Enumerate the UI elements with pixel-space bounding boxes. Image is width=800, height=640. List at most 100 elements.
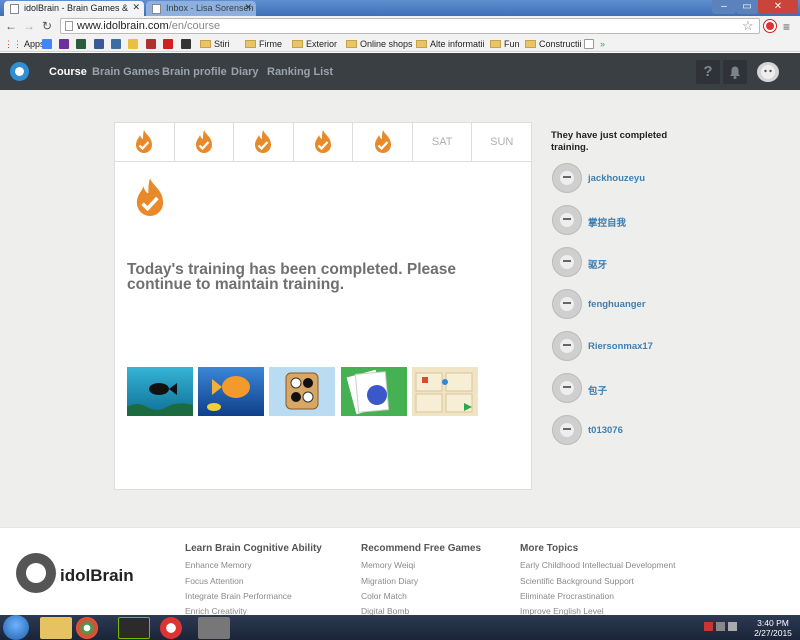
username[interactable]: fenghuanger [588, 299, 646, 310]
user-avatar-icon[interactable] [757, 62, 779, 82]
bookmark-label: Online shops [360, 39, 413, 49]
footer-heading: Recommend Free Games [361, 543, 482, 554]
completed-user-row[interactable]: jackhouzeyu [552, 163, 752, 195]
apps-grid-icon: ⋮⋮ [4, 39, 25, 49]
footer-link[interactable]: Color Match [361, 591, 407, 601]
footer-link[interactable]: Focus Attention [185, 576, 244, 586]
folder-icon [525, 40, 536, 48]
bookmark-folder-alte-informatii[interactable]: Alte informatii [416, 38, 485, 50]
browser-tab-active[interactable]: idolBrain - Brain Games & ✕ [4, 1, 144, 16]
game-thumb-goldfish[interactable] [198, 367, 264, 416]
tray-network-icon[interactable] [716, 622, 725, 631]
bookmark-site-icon[interactable] [163, 39, 173, 49]
nav-diary[interactable]: Diary [231, 66, 259, 78]
username[interactable]: t013076 [588, 425, 623, 436]
sidebar-title: They have just completed training. [551, 130, 668, 153]
completed-user-row[interactable]: fenghuanger [552, 289, 752, 321]
footer-link[interactable]: Enhance Memory [185, 560, 252, 570]
tray-flag-icon[interactable] [704, 622, 713, 631]
completed-user-row[interactable]: t013076 [552, 415, 752, 447]
bookmark-folder-online-shops[interactable]: Online shops [346, 38, 413, 50]
tab-title: Inbox - Lisa Sorensen [166, 3, 254, 13]
nav-ranking-list[interactable]: Ranking List [267, 66, 333, 78]
day-cell-sun: SUN [490, 136, 514, 148]
completed-user-row[interactable]: Riersonmax17 [552, 331, 752, 363]
app-m-icon[interactable] [198, 617, 230, 639]
extension-icon[interactable] [764, 20, 776, 32]
game-thumb-fish[interactable] [127, 367, 193, 416]
bookmark-folder-stiri[interactable]: Stiri [200, 38, 230, 50]
footer-link[interactable]: Eliminate Procrastination [520, 591, 614, 601]
more-bookmarks-icon[interactable]: » [600, 38, 605, 50]
username[interactable]: 驱牙 [588, 257, 607, 271]
flame-check-icon [136, 178, 164, 216]
close-tab-icon[interactable]: ✕ [132, 2, 140, 13]
bookmark-star-icon[interactable]: ☆ [742, 18, 754, 34]
bookmark-folder-exterior[interactable]: Exterior [292, 38, 337, 50]
username[interactable]: jackhouzeyu [588, 173, 645, 184]
chrome-icon[interactable] [76, 617, 98, 639]
completed-user-row[interactable]: 掌控自我 [552, 205, 752, 237]
bookmark-folder-fun[interactable]: Fun [490, 38, 520, 50]
google-icon[interactable] [42, 39, 52, 49]
bookmark-site-icon[interactable] [111, 39, 121, 49]
windows-start-icon[interactable] [3, 615, 29, 640]
yahoo-icon[interactable] [59, 39, 69, 49]
page-icon[interactable] [584, 39, 594, 49]
game-thumb-cards[interactable] [341, 367, 407, 416]
username[interactable]: 包子 [588, 383, 607, 397]
username[interactable]: 掌控自我 [588, 215, 626, 229]
user-avatar-icon [552, 331, 582, 361]
imdb-icon[interactable] [128, 39, 138, 49]
close-tab-icon[interactable]: ✕ [244, 2, 252, 13]
reload-icon[interactable]: ↻ [40, 19, 54, 33]
bookmark-site-icon[interactable] [181, 39, 191, 49]
tray-volume-icon[interactable] [728, 622, 737, 631]
footer-link[interactable]: Migration Diary [361, 576, 418, 586]
file-explorer-icon[interactable] [40, 617, 72, 639]
maximize-icon[interactable]: ▭ [736, 0, 758, 14]
nav-brain-games[interactable]: Brain Games [92, 66, 160, 78]
footer-link[interactable]: Integrate Brain Performance [185, 591, 292, 601]
bell-icon[interactable] [723, 60, 747, 84]
bookmark-folder-constructii[interactable]: Constructii [525, 38, 582, 50]
footer-heading: More Topics [520, 543, 579, 554]
footer-link[interactable]: Scientific Background Support [520, 576, 634, 586]
game-thumb-puzzle[interactable] [412, 367, 478, 416]
footer-link[interactable]: Early Childhood Intellectual Development [520, 560, 675, 570]
app-icon[interactable] [160, 617, 182, 639]
bookmark-folder-firme[interactable]: Firme [245, 38, 282, 50]
nvidia-icon[interactable] [118, 617, 150, 639]
close-window-icon[interactable]: ✕ [758, 0, 798, 14]
bookmark-apps[interactable]: ⋮⋮ Apps [4, 38, 45, 50]
bookmark-site-icon[interactable] [76, 39, 86, 49]
address-bar[interactable]: www.idolbrain.com/en/course [60, 18, 760, 34]
help-icon[interactable]: ? [696, 60, 720, 84]
bookmark-label: Alte informatii [430, 39, 485, 49]
bookmark-site-icon[interactable] [146, 39, 156, 49]
bookmark-label: Exterior [306, 39, 338, 49]
user-avatar-icon [552, 289, 582, 319]
browser-menu-icon[interactable]: ≡ [783, 20, 790, 34]
idolbrain-logo-icon[interactable] [10, 62, 29, 81]
back-arrow-icon[interactable]: ← [4, 19, 18, 33]
user-avatar-icon [552, 247, 582, 277]
page-favicon-icon [10, 4, 19, 14]
folder-icon [346, 40, 357, 48]
folder-icon [200, 40, 211, 48]
browser-tab-inactive[interactable]: Inbox - Lisa Sorensen ✕ [146, 1, 256, 16]
game-thumb-go[interactable] [269, 367, 335, 416]
nav-course[interactable]: Course [49, 66, 87, 78]
taskbar-clock[interactable]: 3:40 PM 2/27/2015 [748, 618, 798, 638]
completed-user-row[interactable]: 包子 [552, 373, 752, 405]
facebook-icon[interactable] [94, 39, 104, 49]
minimize-icon[interactable]: – [712, 0, 736, 14]
username[interactable]: Riersonmax17 [588, 341, 653, 352]
forward-arrow-icon[interactable]: → [22, 19, 36, 33]
user-avatar-icon [552, 205, 582, 235]
completed-user-row[interactable]: 驱牙 [552, 247, 752, 279]
go-stones-game-icon [285, 372, 319, 410]
footer-link[interactable]: Memory Weiqi [361, 560, 415, 570]
bookmark-label: Fun [504, 39, 520, 49]
nav-brain-profile[interactable]: Brain profile [162, 66, 227, 78]
